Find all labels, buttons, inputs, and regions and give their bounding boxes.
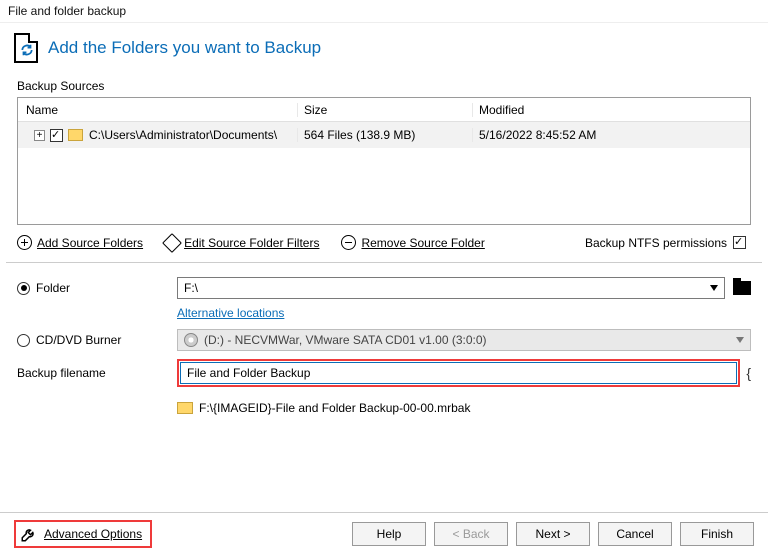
backup-doc-icon	[14, 33, 38, 63]
cddvd-radio[interactable]	[17, 334, 30, 347]
brace-button[interactable]: {	[746, 365, 751, 381]
advanced-options-link[interactable]: Advanced Options	[44, 527, 142, 541]
filename-highlight-box	[177, 359, 740, 387]
ntfs-permissions-label: Backup NTFS permissions	[585, 236, 727, 250]
ntfs-permissions-checkbox[interactable]	[733, 236, 746, 249]
plus-circle-icon	[17, 235, 32, 250]
minus-circle-icon	[341, 235, 356, 250]
col-header-size[interactable]: Size	[298, 103, 473, 117]
cddvd-radio-label: CD/DVD Burner	[36, 333, 121, 347]
col-header-name[interactable]: Name	[18, 103, 298, 117]
backup-filename-label: Backup filename	[17, 366, 106, 380]
folder-path-combo[interactable]: F:\	[177, 277, 725, 299]
wizard-footer: Advanced Options Help < Back Next > Canc…	[0, 512, 768, 554]
backup-filename-input[interactable]	[180, 362, 737, 384]
chevron-down-icon	[710, 285, 718, 291]
cancel-button[interactable]: Cancel	[598, 522, 672, 546]
cddvd-combo[interactable]: (D:) - NECVMWar, VMware SATA CD01 v1.00 …	[177, 329, 751, 351]
disc-icon	[184, 333, 198, 347]
finish-button[interactable]: Finish	[680, 522, 754, 546]
row-checkbox[interactable]	[50, 129, 63, 142]
destination-panel: Folder F:\ Alternative locations CD/DVD …	[0, 263, 768, 421]
edit-filters-link[interactable]: Edit Source Folder Filters	[165, 236, 319, 250]
alternative-locations-link[interactable]: Alternative locations	[177, 302, 284, 326]
folder-radio-label: Folder	[36, 281, 70, 295]
sources-table: Name Size Modified + C:\Users\Administra…	[17, 97, 751, 225]
remove-source-link[interactable]: Remove Source Folder	[341, 235, 484, 250]
add-source-folders-label: Add Source Folders	[37, 236, 143, 250]
page-title: Add the Folders you want to Backup	[48, 38, 321, 58]
table-header: Name Size Modified	[18, 98, 750, 122]
cddvd-value: (D:) - NECVMWar, VMware SATA CD01 v1.00 …	[204, 333, 487, 347]
folder-icon	[177, 402, 193, 414]
row-modified: 5/16/2022 8:45:52 AM	[473, 128, 750, 142]
source-actions: Add Source Folders Edit Source Folder Fi…	[0, 225, 768, 262]
add-source-folders-link[interactable]: Add Source Folders	[17, 235, 143, 250]
folder-icon	[68, 129, 83, 141]
table-row[interactable]: + C:\Users\Administrator\Documents\ 564 …	[18, 122, 750, 148]
help-button[interactable]: Help	[352, 522, 426, 546]
browse-folder-button[interactable]	[733, 281, 751, 295]
row-path: C:\Users\Administrator\Documents\	[89, 128, 277, 142]
wrench-icon	[20, 525, 38, 543]
advanced-options-highlight: Advanced Options	[14, 520, 152, 548]
pencil-icon	[162, 233, 182, 253]
expand-toggle-icon[interactable]: +	[34, 130, 45, 141]
folder-path-value: F:\	[184, 281, 198, 295]
row-size: 564 Files (138.9 MB)	[298, 128, 473, 142]
advanced-options-label: Advanced Options	[44, 527, 142, 541]
col-header-modified[interactable]: Modified	[473, 103, 750, 117]
backup-sources-label: Backup Sources	[0, 71, 768, 97]
next-button[interactable]: Next >	[516, 522, 590, 546]
remove-source-label: Remove Source Folder	[361, 236, 484, 250]
edit-filters-label: Edit Source Folder Filters	[184, 236, 319, 250]
folder-radio[interactable]	[17, 282, 30, 295]
chevron-down-icon	[736, 337, 744, 343]
target-file-preview: F:\{IMAGEID}-File and Folder Backup-00-0…	[199, 401, 470, 415]
back-button[interactable]: < Back	[434, 522, 508, 546]
window-title: File and folder backup	[0, 0, 768, 23]
page-header: Add the Folders you want to Backup	[0, 23, 768, 71]
